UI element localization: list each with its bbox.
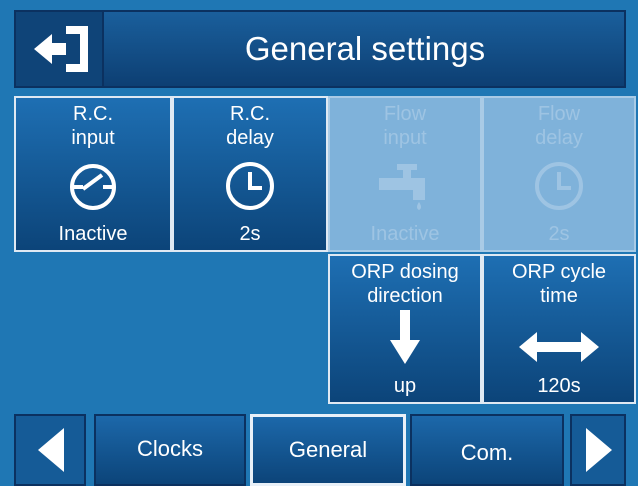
tab-clocks[interactable]: Clocks: [94, 414, 246, 486]
faucet-icon: [379, 164, 425, 210]
bottom-nav: Clocks General Com.: [14, 414, 626, 486]
prev-page-button[interactable]: [14, 414, 86, 486]
rc-input-tile[interactable]: R.C. input Inactive: [14, 96, 172, 252]
next-page-button[interactable]: [570, 414, 626, 486]
tile-label: Flow delay: [535, 103, 583, 149]
arrow-left-icon: [38, 428, 64, 472]
switch-icon: [70, 164, 116, 210]
tile-label: ORP dosing direction: [351, 261, 459, 307]
tile-label: R.C. input: [71, 103, 115, 149]
clock-icon: [226, 162, 274, 210]
back-button[interactable]: [16, 12, 104, 86]
tile-label: ORP cycle time: [511, 261, 607, 307]
tile-value: Inactive: [58, 223, 128, 245]
arrow-right-icon: [586, 428, 612, 472]
tab-label: Com.: [460, 440, 514, 465]
tab-com[interactable]: Com.: [410, 414, 564, 486]
tile-value: up: [393, 375, 417, 397]
tile-label: R.C. delay: [226, 103, 274, 149]
arrow-down-icon: [390, 310, 420, 364]
tile-value: 120s: [537, 375, 581, 397]
double-arrow-icon: [519, 332, 599, 362]
tab-general[interactable]: General: [250, 414, 406, 486]
back-icon: [34, 26, 88, 72]
flow-delay-tile: Flow delay 2s: [482, 96, 636, 252]
clock-icon: [535, 162, 583, 210]
header-bar: General settings: [14, 10, 626, 88]
tab-label: Clocks: [136, 436, 203, 461]
flow-input-tile: Flow input Inactive: [328, 96, 482, 252]
tile-label: Flow input: [383, 103, 427, 149]
orp-dosing-direction-tile[interactable]: ORP dosing direction up: [328, 254, 482, 404]
tile-value: 2s: [239, 223, 261, 245]
tile-value: Inactive: [370, 223, 440, 245]
page-title: General settings: [244, 30, 486, 67]
settings-screen: General settings R.C. input Inactive R.C…: [0, 0, 638, 486]
tile-value: 2s: [548, 223, 570, 245]
orp-cycle-time-tile[interactable]: ORP cycle time 120s: [482, 254, 636, 404]
tab-label: General: [288, 437, 368, 462]
rc-delay-tile[interactable]: R.C. delay 2s: [172, 96, 328, 252]
